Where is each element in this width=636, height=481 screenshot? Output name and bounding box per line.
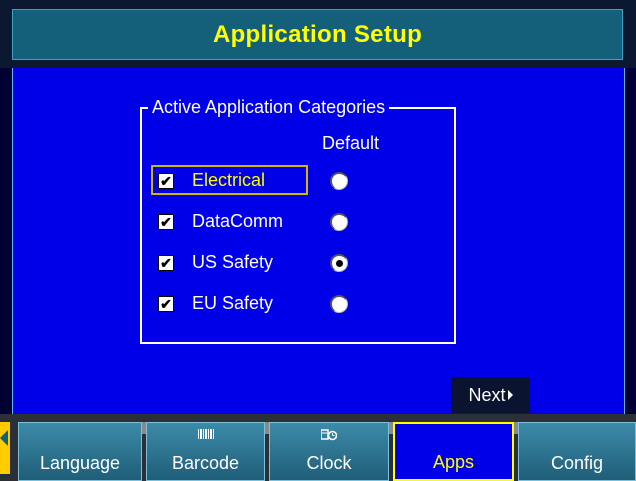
groupbox-legend: Active Application Categories — [148, 97, 390, 117]
tabs-scroll-left[interactable] — [0, 422, 10, 474]
radio-selected-dot — [336, 260, 343, 267]
tab-clock-label: Clock — [306, 453, 352, 473]
tab-bar: Language Barcode Clock Apps Config — [0, 414, 636, 481]
checkbox-electrical[interactable]: ✔ — [158, 173, 174, 189]
clock-icon — [270, 429, 388, 444]
default-column-label: Default — [322, 133, 380, 153]
tab-config-label: Config — [550, 453, 604, 473]
category-label-datacomm[interactable]: DataComm — [192, 210, 283, 232]
category-label-us-safety[interactable]: US Safety — [192, 251, 273, 273]
checkbox-eu-safety[interactable]: ✔ — [158, 296, 174, 312]
right-frame — [625, 68, 636, 414]
barcode-icon — [147, 429, 264, 442]
tab-language[interactable]: Language — [18, 422, 142, 481]
tab-apps[interactable]: Apps — [393, 422, 514, 481]
default-radio-us-safety[interactable] — [330, 254, 348, 272]
device-screen: Application Setup Active Application Cat… — [0, 0, 636, 481]
category-label-electrical[interactable]: Electrical — [192, 169, 265, 191]
default-radio-datacomm[interactable] — [330, 213, 348, 231]
checkbox-datacomm[interactable]: ✔ — [158, 214, 174, 230]
category-label-eu-safety[interactable]: EU Safety — [192, 292, 273, 314]
categories-groupbox — [140, 107, 456, 344]
chevron-left-icon — [0, 430, 8, 446]
default-radio-eu-safety[interactable] — [330, 295, 348, 313]
tab-language-label: Language — [39, 453, 121, 473]
title-bar: Application Setup — [12, 9, 623, 60]
checkbox-us-safety[interactable]: ✔ — [158, 255, 174, 271]
tab-config[interactable]: Config — [518, 422, 636, 481]
page-title: Application Setup — [212, 20, 423, 48]
default-radio-electrical[interactable] — [330, 172, 348, 190]
next-arrow-icon — [507, 390, 513, 400]
left-frame — [0, 68, 12, 414]
tab-barcode-label: Barcode — [171, 453, 240, 473]
next-button-label: Next — [468, 384, 506, 405]
next-button[interactable]: Next — [451, 377, 530, 413]
tab-clock[interactable]: Clock — [269, 422, 389, 481]
tab-apps-label: Apps — [432, 452, 475, 472]
header: Application Setup — [0, 0, 636, 68]
tab-barcode[interactable]: Barcode — [146, 422, 265, 481]
